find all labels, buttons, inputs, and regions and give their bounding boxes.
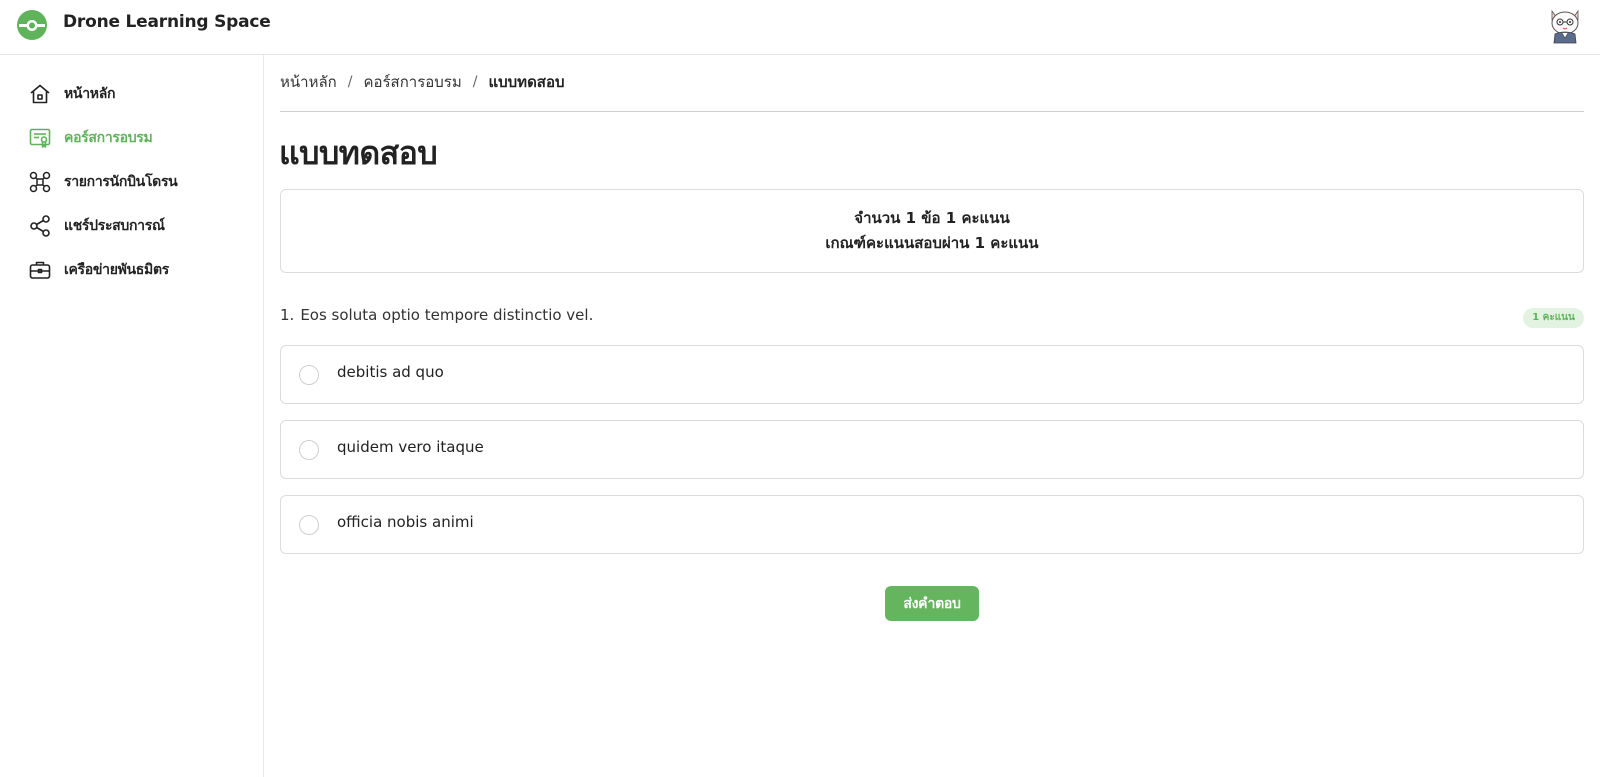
breadcrumb: หน้าหลัก / คอร์สการอบรม / แบบทดสอบ	[280, 70, 565, 94]
breadcrumb-separator: /	[347, 74, 353, 90]
answer-option-label: officia nobis animi	[337, 513, 474, 531]
radio-button[interactable]	[299, 440, 319, 460]
radio-button[interactable]	[299, 515, 319, 535]
quiz-question-count: จำนวน 1 ข้อ 1 คะแนน	[854, 209, 1010, 227]
quiz-passing-score: เกณฑ์คะแนนสอบผ่าน 1 คะแนน	[825, 234, 1039, 252]
radio-button[interactable]	[299, 365, 319, 385]
breadcrumb-courses-link[interactable]: คอร์สการอบรม	[363, 70, 461, 94]
certificate-icon	[29, 128, 51, 148]
sidebar: หน้าหลัก คอร์สการอบรม รายการนักบินโดรน แ…	[0, 55, 264, 777]
sidebar-item-share-experience[interactable]: แชร์ประสบการณ์	[28, 212, 165, 240]
question-number: 1.	[280, 306, 295, 324]
briefcase-icon	[29, 261, 51, 279]
drone-lens-logo-icon[interactable]	[16, 9, 48, 41]
home-icon	[30, 84, 50, 104]
question-text: 1. Eos soluta optio tempore distinctio ve…	[280, 306, 593, 324]
share-icon	[30, 215, 50, 237]
breadcrumb-home-link[interactable]: หน้าหลัก	[280, 70, 337, 94]
app-title[interactable]: Drone Learning Space	[63, 12, 271, 32]
cat-avatar-icon[interactable]	[1548, 8, 1582, 44]
sidebar-item-label: เครือข่ายพันธมิตร	[64, 262, 169, 278]
sidebar-item-label: รายการนักบินโดรน	[64, 174, 178, 190]
score-badge: 1 คะแนน	[1523, 308, 1584, 328]
answer-option[interactable]: quidem vero itaque	[280, 420, 1584, 479]
drone-icon	[29, 171, 51, 193]
answer-option[interactable]: officia nobis animi	[280, 495, 1584, 554]
sidebar-item-label: แชร์ประสบการณ์	[64, 218, 165, 234]
breadcrumb-separator: /	[472, 74, 478, 90]
breadcrumb-current: แบบทดสอบ	[488, 73, 565, 91]
answer-option-label: quidem vero itaque	[337, 438, 484, 456]
sidebar-item-home[interactable]: หน้าหลัก	[28, 80, 115, 108]
top-bar: Drone Learning Space	[0, 0, 1600, 55]
sidebar-item-drone-pilots[interactable]: รายการนักบินโดรน	[28, 168, 178, 196]
sidebar-item-courses[interactable]: คอร์สการอบรม	[28, 124, 153, 152]
sidebar-item-label: คอร์สการอบรม	[64, 130, 153, 146]
answer-option[interactable]: debitis ad quo	[280, 345, 1584, 404]
answer-option-label: debitis ad quo	[337, 363, 444, 381]
quiz-summary-box: จำนวน 1 ข้อ 1 คะแนน เกณฑ์คะแนนสอบผ่าน 1 …	[280, 189, 1584, 273]
breadcrumb-divider	[280, 111, 1584, 112]
question-body: Eos soluta optio tempore distinctio vel.	[300, 306, 594, 324]
page-title: แบบทดสอบ	[279, 134, 438, 172]
sidebar-item-partner-network[interactable]: เครือข่ายพันธมิตร	[28, 256, 169, 284]
sidebar-item-label: หน้าหลัก	[64, 86, 116, 102]
submit-answer-button[interactable]: ส่งคำตอบ	[885, 586, 979, 621]
